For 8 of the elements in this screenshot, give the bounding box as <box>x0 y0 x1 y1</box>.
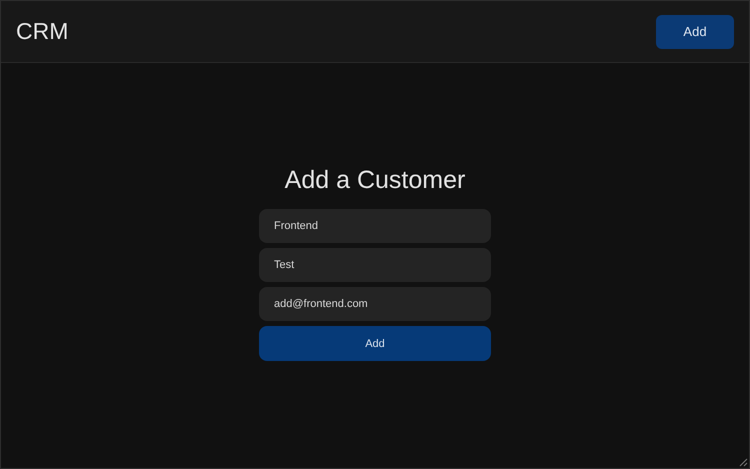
input-field[interactable]: Test <box>259 248 491 282</box>
form-title: Add a Customer <box>284 165 466 196</box>
input-field[interactable]: add@frontend.com <box>259 287 491 322</box>
add-button[interactable]: Add <box>656 14 734 48</box>
submit-button[interactable]: Add <box>259 326 491 362</box>
resize-grip-icon[interactable] <box>739 458 748 467</box>
input-field[interactable]: Frontend <box>259 209 491 244</box>
app-title: CRM <box>16 17 68 46</box>
